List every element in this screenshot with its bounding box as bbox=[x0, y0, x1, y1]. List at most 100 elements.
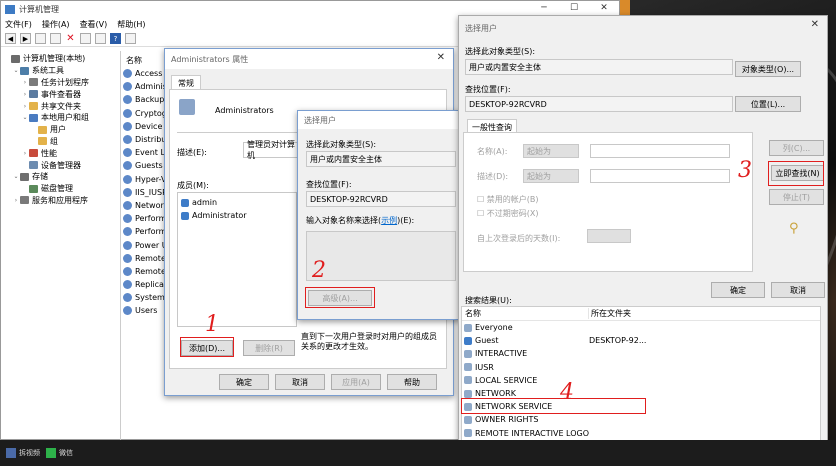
columns-button[interactable]: 列(C)... bbox=[769, 140, 824, 156]
group-icon bbox=[123, 253, 132, 263]
days-since-logon-select[interactable] bbox=[587, 229, 631, 243]
tree-item[interactable]: 用户 bbox=[1, 124, 120, 136]
forward-icon[interactable]: ▶ bbox=[20, 33, 31, 44]
export-icon[interactable] bbox=[95, 33, 106, 44]
expand-toggle-icon[interactable]: › bbox=[12, 197, 20, 204]
result-row[interactable]: LOCAL SERVICE bbox=[464, 374, 820, 387]
remove-button[interactable]: 删除(R) bbox=[243, 340, 295, 356]
tree-item[interactable]: 组 bbox=[1, 136, 120, 148]
group-list-label: IIS_IUSR bbox=[135, 187, 168, 197]
ok-button[interactable]: 确定 bbox=[711, 282, 765, 298]
tree-item[interactable]: 磁盘管理 bbox=[1, 183, 120, 195]
menu-help[interactable]: 帮助(H) bbox=[117, 19, 145, 30]
back-icon[interactable]: ◀ bbox=[5, 33, 16, 44]
description-field[interactable]: 管理员对计算机 bbox=[243, 140, 303, 160]
taskbar-item[interactable]: 拆视频 bbox=[6, 448, 40, 458]
name-operator-select[interactable]: 起始为 bbox=[523, 144, 579, 158]
menu-view[interactable]: 查看(V) bbox=[80, 19, 108, 30]
expand-toggle-icon[interactable]: ⌄ bbox=[12, 67, 20, 74]
tree-node-icon bbox=[29, 102, 38, 111]
locations-button[interactable]: 位置(L)... bbox=[735, 96, 801, 112]
tree-node-icon bbox=[38, 125, 47, 134]
tree-item[interactable]: 计算机管理(本地) bbox=[1, 53, 120, 65]
group-icon bbox=[179, 99, 195, 115]
result-row[interactable]: INTERACTIVE bbox=[464, 347, 820, 360]
name-input[interactable] bbox=[590, 144, 730, 158]
member-name: Administrator bbox=[192, 211, 247, 221]
column-name-header[interactable]: 名称 bbox=[462, 308, 588, 319]
member-row[interactable]: Administrator bbox=[181, 209, 247, 222]
result-row[interactable]: Everyone bbox=[464, 321, 820, 334]
tree-item[interactable]: 设备管理器 bbox=[1, 159, 120, 171]
ok-button[interactable]: 确定 bbox=[219, 374, 269, 390]
tree-item[interactable]: ⌄ 存储 bbox=[1, 171, 120, 183]
result-row[interactable]: OWNER RIGHTS bbox=[464, 413, 820, 426]
description-operator-select[interactable]: 起始为 bbox=[523, 169, 579, 183]
description-input[interactable] bbox=[590, 169, 730, 183]
group-icon bbox=[123, 227, 132, 237]
column-folder-header[interactable]: 所在文件夹 bbox=[588, 308, 648, 319]
view-icon[interactable] bbox=[125, 33, 136, 44]
menu-action[interactable]: 操作(A) bbox=[42, 19, 70, 30]
tree-item-label: 服务和应用程序 bbox=[32, 195, 88, 205]
tree-item[interactable]: › 共享文件夹 bbox=[1, 100, 120, 112]
expand-toggle-icon[interactable]: ⌄ bbox=[21, 114, 29, 121]
non-expiring-password-checkbox[interactable]: ☐ 不过期密码(X) bbox=[477, 208, 538, 219]
group-icon bbox=[123, 306, 132, 316]
member-name: admin bbox=[192, 198, 218, 208]
dialog-title: 选择用户 bbox=[304, 115, 336, 125]
result-row[interactable]: IUSR bbox=[464, 361, 820, 374]
menu-file[interactable]: 文件(F) bbox=[5, 19, 32, 30]
properties-icon[interactable] bbox=[80, 33, 91, 44]
group-icon bbox=[123, 200, 132, 210]
object-name-input[interactable] bbox=[306, 231, 456, 281]
members-list[interactable]: admin Administrator bbox=[177, 192, 297, 327]
group-icon bbox=[464, 323, 472, 332]
membership-note: 直到下一次用户登录时对用户的组成员关系的更改才生效。 bbox=[301, 332, 437, 351]
help-icon[interactable]: ? bbox=[110, 33, 121, 44]
group-list-label: Users bbox=[135, 306, 158, 316]
help-button[interactable]: 帮助 bbox=[387, 374, 437, 390]
location-field: DESKTOP-92RCVRD bbox=[306, 191, 456, 207]
apply-button[interactable]: 应用(A) bbox=[331, 374, 381, 390]
expand-toggle-icon[interactable]: › bbox=[21, 103, 29, 110]
close-icon[interactable]: ✕ bbox=[437, 52, 445, 63]
tree-item[interactable]: › 任务计划程序 bbox=[1, 77, 120, 89]
result-name: REMOTE INTERACTIVE LOGON bbox=[475, 428, 589, 438]
stop-button[interactable]: 停止(T) bbox=[769, 189, 824, 205]
taskbar: 拆视频 微信 bbox=[0, 440, 836, 466]
member-row[interactable]: admin bbox=[181, 196, 217, 209]
tree-item[interactable]: › 性能 bbox=[1, 147, 120, 159]
cancel-button[interactable]: 取消 bbox=[771, 282, 825, 298]
close-icon[interactable]: ✕ bbox=[811, 19, 819, 30]
tree-item[interactable]: ⌄ 系统工具 bbox=[1, 65, 120, 77]
disabled-accounts-checkbox[interactable]: ☐ 禁用的帐户(B) bbox=[477, 194, 538, 205]
tree-item[interactable]: › 服务和应用程序 bbox=[1, 195, 120, 207]
minimize-button[interactable]: ─ bbox=[529, 1, 559, 15]
result-name: INTERACTIVE bbox=[475, 349, 528, 359]
group-list-label: Replicat bbox=[135, 280, 168, 290]
up-folder-icon[interactable] bbox=[35, 33, 46, 44]
cancel-button[interactable]: 取消 bbox=[275, 374, 325, 390]
group-icon bbox=[123, 135, 132, 145]
object-type-label: 选择此对象类型(S): bbox=[465, 47, 536, 56]
show-tree-icon[interactable] bbox=[50, 33, 61, 44]
annotation-number-1: 1 bbox=[205, 312, 219, 337]
result-row[interactable]: REMOTE INTERACTIVE LOGON bbox=[464, 427, 820, 440]
group-icon bbox=[464, 415, 472, 424]
examples-link[interactable]: 示例 bbox=[381, 216, 397, 225]
expand-toggle-icon[interactable]: › bbox=[21, 91, 29, 98]
result-row[interactable]: Guest DESKTOP-92... bbox=[464, 334, 820, 347]
expand-toggle-icon[interactable]: › bbox=[21, 79, 29, 86]
expand-toggle-icon[interactable]: ⌄ bbox=[12, 173, 20, 180]
taskbar-item[interactable]: 微信 bbox=[46, 448, 73, 458]
object-types-button[interactable]: 对象类型(O)... bbox=[735, 61, 801, 77]
maximize-button[interactable]: ☐ bbox=[559, 1, 589, 15]
tree-item[interactable]: ⌄ 本地用户和组 bbox=[1, 112, 120, 124]
tree-item[interactable]: › 事件查看器 bbox=[1, 88, 120, 100]
tree-node-icon bbox=[29, 90, 38, 99]
results-header: 名称 所在文件夹 bbox=[462, 307, 820, 321]
delete-icon[interactable]: ✕ bbox=[65, 33, 76, 44]
expand-toggle-icon[interactable]: › bbox=[21, 150, 29, 157]
close-button[interactable]: ✕ bbox=[589, 1, 619, 15]
